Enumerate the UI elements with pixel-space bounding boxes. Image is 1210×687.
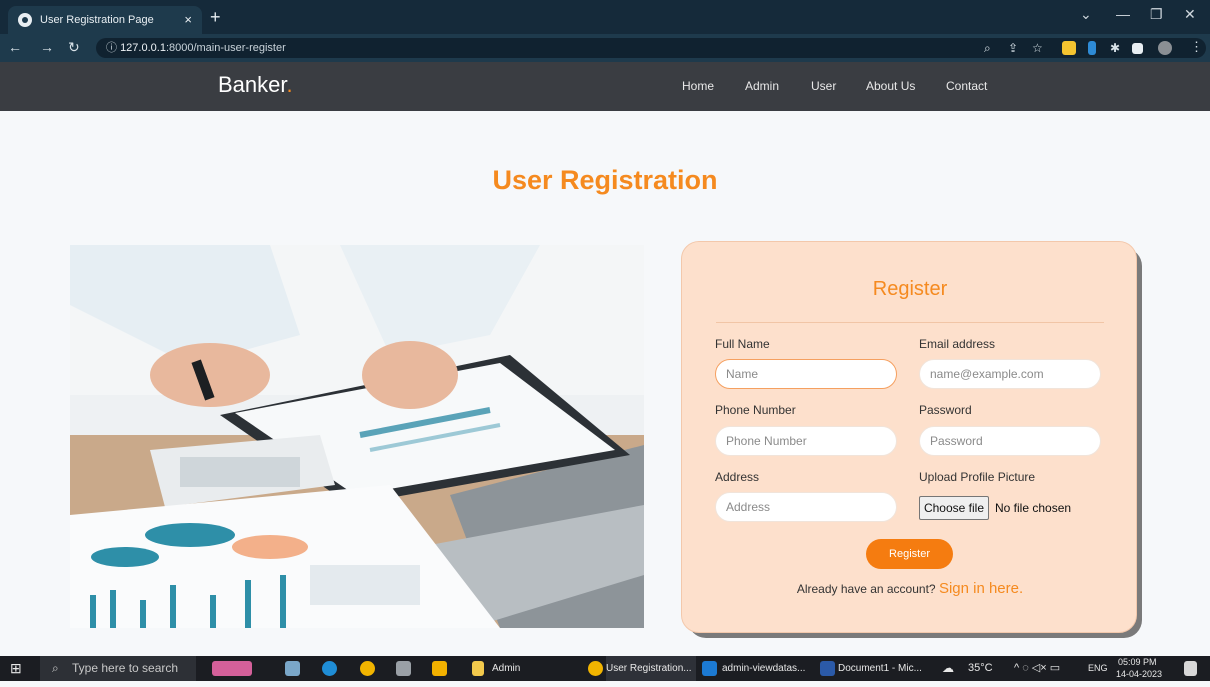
chrome-icon[interactable] xyxy=(588,661,603,676)
reload-icon[interactable]: ↻ xyxy=(68,39,80,56)
menu-kebab-icon[interactable]: ⋮ xyxy=(1190,39,1203,55)
windows-start-icon[interactable]: ⊞ xyxy=(10,656,22,681)
file-status: No file chosen xyxy=(995,501,1072,515)
upload-label: Upload Profile Picture xyxy=(919,470,1036,484)
edge-icon[interactable] xyxy=(322,661,337,676)
zoom-icon[interactable]: ⌕ xyxy=(984,41,991,56)
choose-file-button[interactable]: Choose file xyxy=(919,496,989,520)
browser-tab-bar: User Registration Page × + ⌄ — ❐ ✕ xyxy=(0,0,1210,34)
weather-temp[interactable]: 35°C xyxy=(968,656,993,681)
password-input[interactable]: Password xyxy=(919,426,1101,456)
taskbar-search[interactable]: ⌕ Type here to search xyxy=(40,656,196,681)
signin-link[interactable]: Sign in here. xyxy=(939,580,1023,597)
clock-date[interactable]: 14-04-2023 xyxy=(1116,662,1162,687)
email-input[interactable]: name@example.com xyxy=(919,359,1101,389)
side-panel-icon[interactable] xyxy=(1132,43,1143,54)
sticky-notes-icon[interactable] xyxy=(432,661,447,676)
nav-admin[interactable]: Admin xyxy=(745,79,779,93)
back-icon[interactable]: ← xyxy=(8,39,22,55)
chrome-icon[interactable] xyxy=(360,661,375,676)
taskbar-item-word[interactable]: Document1 - Mic... xyxy=(838,656,922,681)
phone-label: Phone Number xyxy=(715,403,796,417)
new-tab-button[interactable]: + xyxy=(210,8,221,26)
signin-line: Already have an account? Sign in here. xyxy=(682,580,1138,597)
tab-title: User Registration Page xyxy=(40,14,154,26)
nav-user[interactable]: User xyxy=(811,79,836,93)
full-name-input[interactable]: Name xyxy=(715,359,897,389)
taskbar-item-vscode[interactable]: admin-viewdatas... xyxy=(722,656,805,681)
forward-icon[interactable]: → xyxy=(40,39,54,55)
full-name-label: Full Name xyxy=(715,337,770,351)
tab-close-icon[interactable]: × xyxy=(184,12,192,27)
page-title: User Registration xyxy=(492,165,718,195)
password-label: Password xyxy=(919,403,972,417)
search-icon: ⌕ xyxy=(52,661,59,675)
url-path: :8000/main-user-register xyxy=(165,42,286,54)
divider xyxy=(716,322,1104,323)
extension-icon[interactable] xyxy=(1062,41,1076,55)
register-card: Register Full Name Name Email address na… xyxy=(681,241,1137,633)
chrome-favicon-icon xyxy=(18,13,32,27)
extension-icon[interactable] xyxy=(1088,41,1096,55)
register-button[interactable]: Register xyxy=(866,539,953,569)
address-label: Address xyxy=(715,470,760,484)
notification-icon[interactable] xyxy=(1184,661,1197,676)
signin-prompt: Already have an account? xyxy=(796,582,936,596)
browser-tab[interactable]: User Registration Page × xyxy=(8,6,202,34)
nav-about[interactable]: About Us xyxy=(866,79,915,93)
tray-icons[interactable]: ^ ◌ ◁× ▭ xyxy=(1014,656,1060,681)
minimize-icon[interactable]: — xyxy=(1116,6,1130,22)
extensions-puzzle-icon[interactable]: ✱ xyxy=(1110,41,1120,55)
taskbar-item-admin[interactable]: Admin xyxy=(492,656,520,681)
weather-icon[interactable]: ☁ xyxy=(942,656,954,681)
site-header: Banker. Home Admin User About Us Contact xyxy=(0,62,1210,111)
calculator-icon[interactable] xyxy=(285,661,300,676)
nav-contact[interactable]: Contact xyxy=(946,79,987,93)
nav-home[interactable]: Home xyxy=(682,79,714,93)
brand-logo[interactable]: Banker. xyxy=(218,72,293,98)
vscode-icon[interactable] xyxy=(702,661,717,676)
app-icon[interactable] xyxy=(396,661,411,676)
widget-icon[interactable] xyxy=(212,661,252,676)
address-input[interactable]: Address xyxy=(715,492,897,522)
profile-avatar[interactable] xyxy=(1158,41,1172,55)
finance-photo xyxy=(70,245,644,628)
taskbar-item-chrome[interactable]: User Registration... xyxy=(606,656,696,681)
address-bar: ← → ↻ ⓘ 127.0.0.1:8000/main-user-registe… xyxy=(0,34,1210,62)
phone-input[interactable]: Phone Number xyxy=(715,426,897,456)
restore-icon[interactable]: ❐ xyxy=(1150,6,1163,23)
word-icon[interactable] xyxy=(820,661,835,676)
tab-search-chevron-icon[interactable]: ⌄ xyxy=(1080,6,1092,23)
info-icon: ⓘ xyxy=(106,42,121,54)
email-label: Email address xyxy=(919,337,996,351)
share-icon[interactable]: ⇪ xyxy=(1008,41,1018,55)
bookmark-star-icon[interactable]: ☆ xyxy=(1032,41,1043,55)
language-indicator[interactable]: ENG xyxy=(1088,656,1108,681)
register-title: Register xyxy=(872,278,948,300)
url-host: 127.0.0.1 xyxy=(120,42,166,54)
taskbar: ⊞ ⌕ Type here to search Admin User Regis… xyxy=(0,656,1210,681)
folder-icon[interactable] xyxy=(472,661,484,676)
close-window-icon[interactable]: ✕ xyxy=(1184,6,1196,23)
